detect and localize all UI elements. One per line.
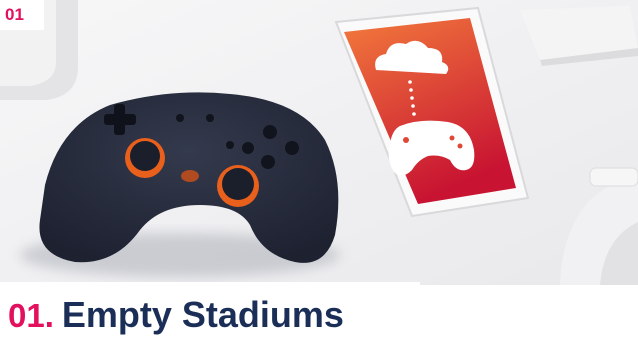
photo-scene	[0, 0, 638, 285]
heading: 01. Empty Stadiums	[0, 282, 420, 339]
heading-title: Empty Stadiums	[61, 294, 344, 335]
left-thumbstick	[125, 138, 165, 178]
heading-number: 01.	[8, 297, 54, 334]
right-thumbstick	[217, 165, 259, 207]
section-badge: 01	[0, 0, 44, 30]
